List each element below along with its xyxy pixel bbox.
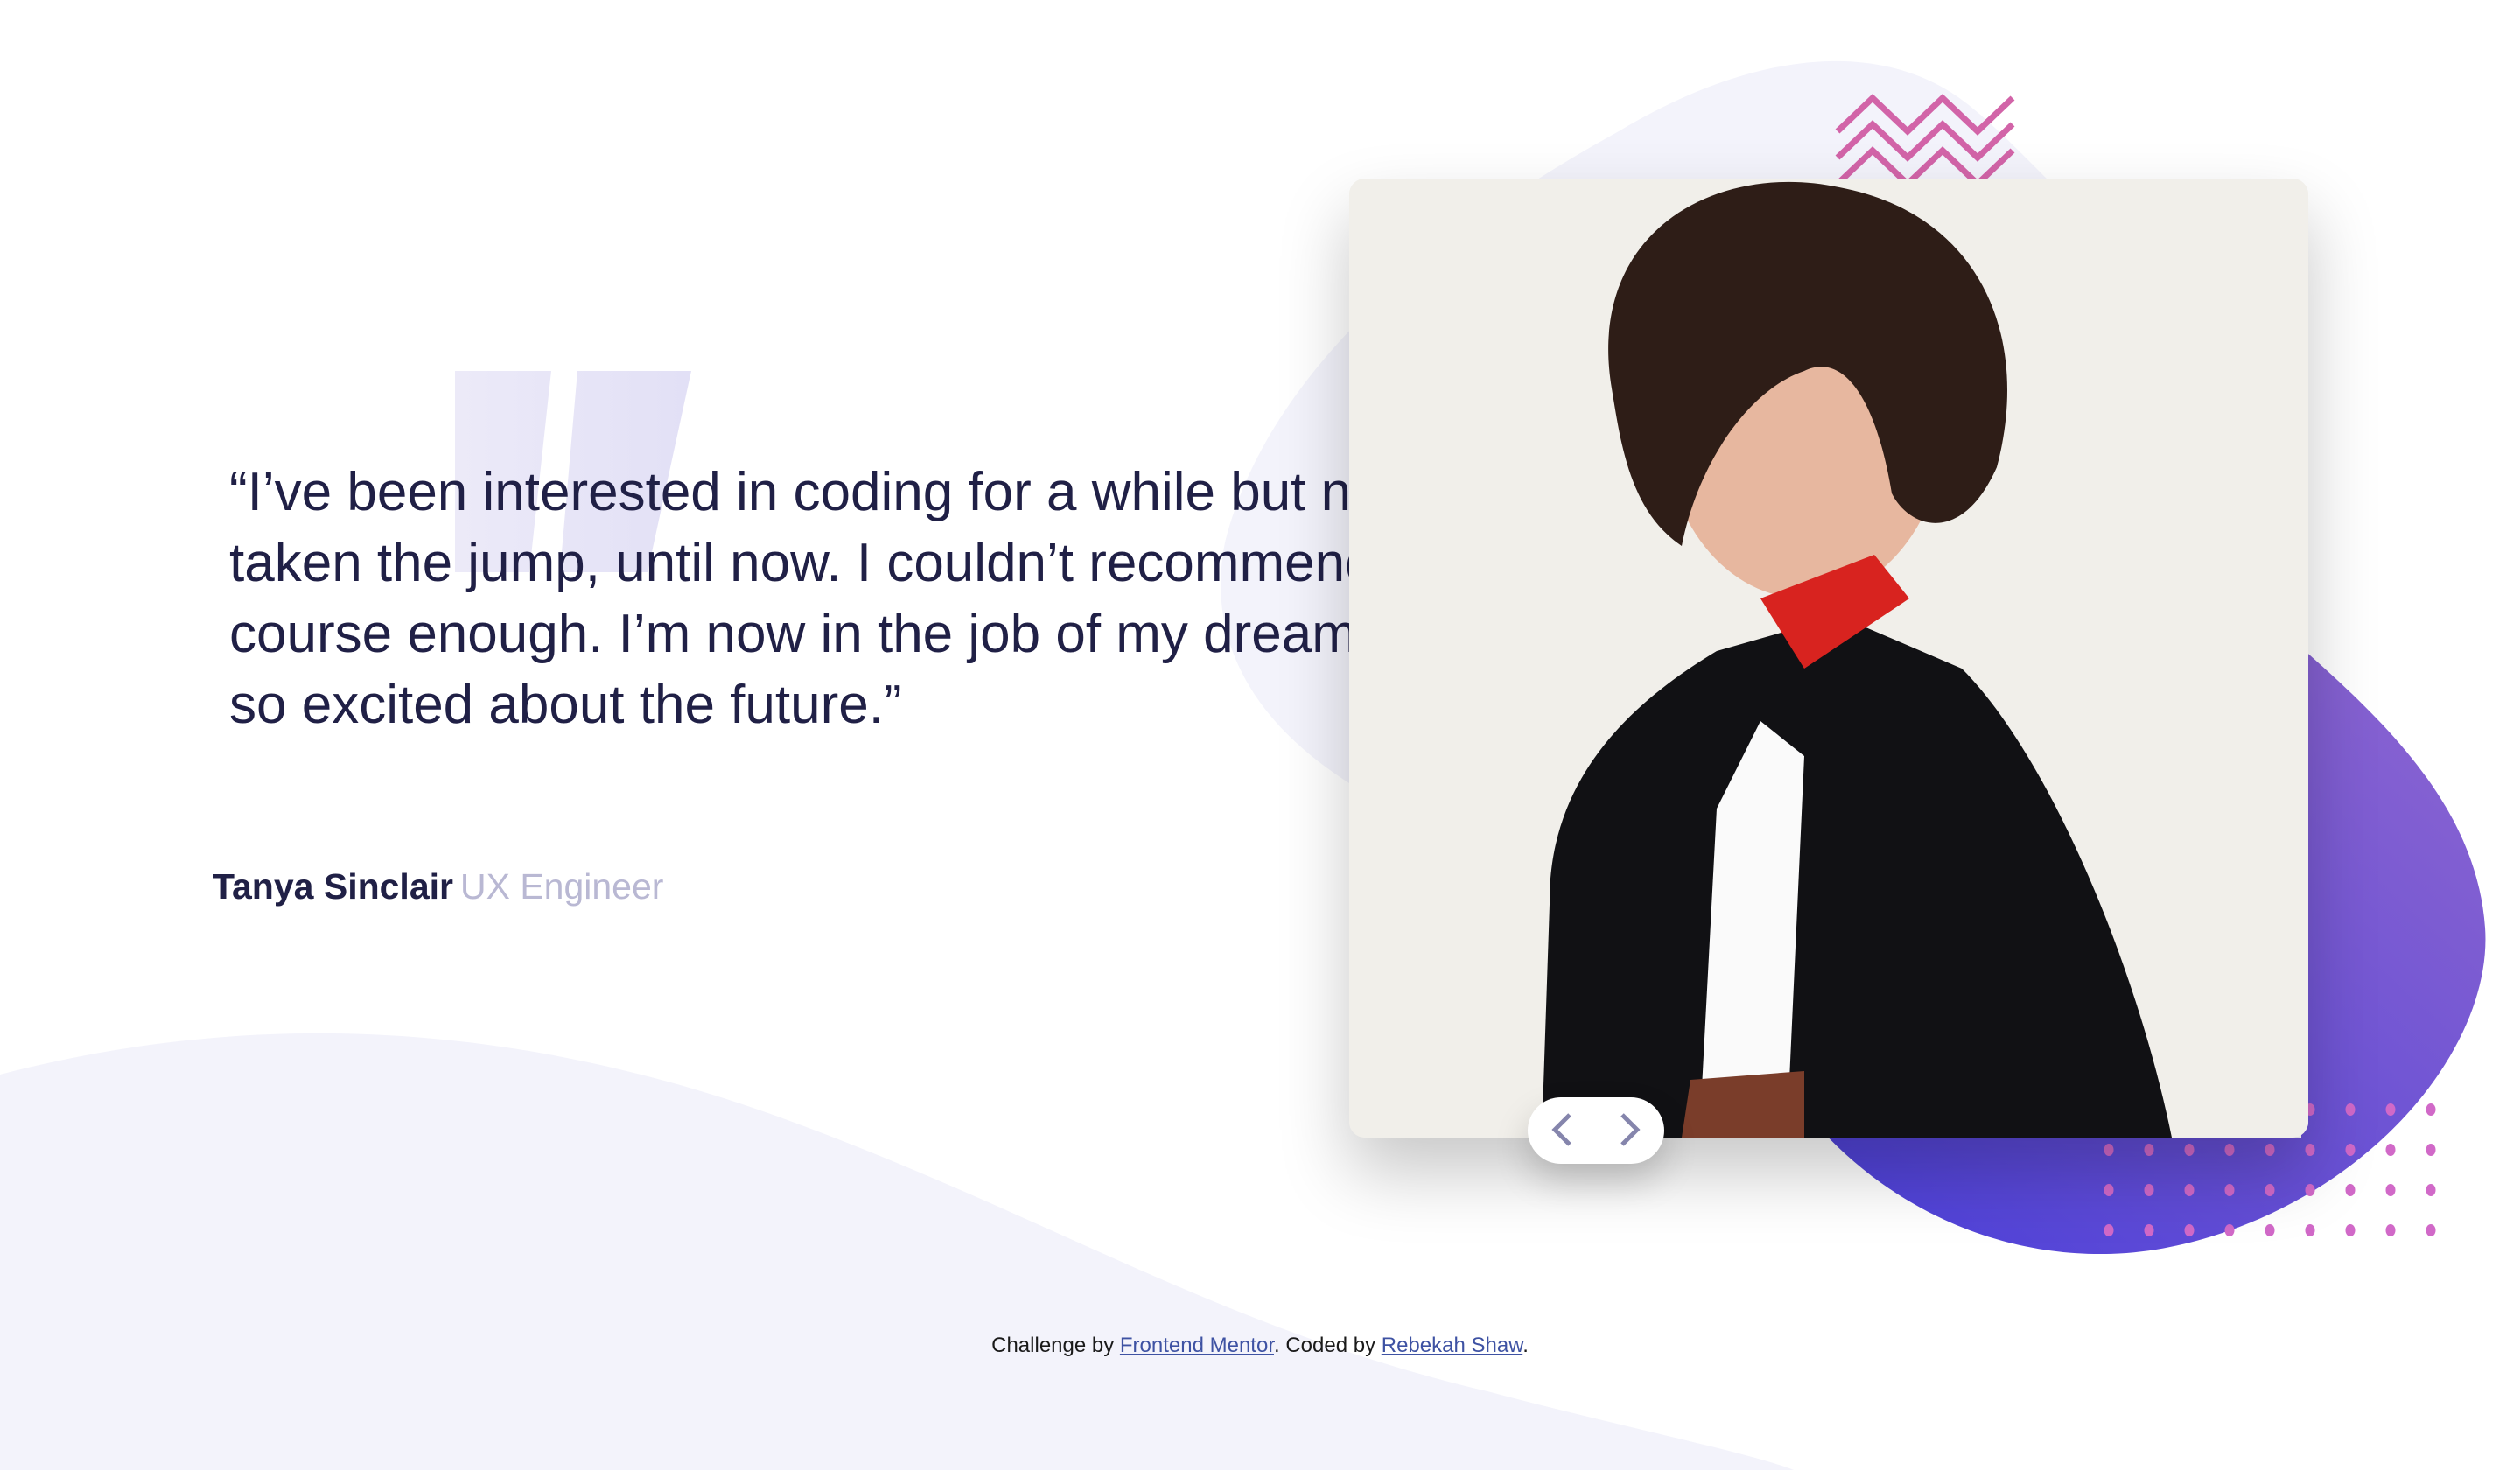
- dot: [2224, 1224, 2235, 1236]
- chevron-right-icon: [1620, 1112, 1641, 1146]
- dot: [2144, 1144, 2154, 1156]
- dot: [2184, 1184, 2194, 1196]
- testimonial-photo: [1349, 178, 2308, 1138]
- dot: [2144, 1224, 2154, 1236]
- dot: [2426, 1184, 2436, 1196]
- dot: [2264, 1144, 2275, 1156]
- dot: [2305, 1144, 2315, 1156]
- dot: [2426, 1103, 2436, 1116]
- dot: [2305, 1184, 2315, 1196]
- dot: [2426, 1144, 2436, 1156]
- slider-controls: [1528, 1097, 1664, 1164]
- dot: [2104, 1184, 2114, 1196]
- dot: [2224, 1144, 2235, 1156]
- attribution: Challenge by Frontend Mentor. Coded by R…: [0, 1334, 2520, 1358]
- dot: [2184, 1224, 2194, 1236]
- testimonial-quote: “I’ve been interested in coding for a wh…: [229, 462, 1490, 735]
- frontend-mentor-link[interactable]: Frontend Mentor: [1120, 1334, 1274, 1357]
- dot: [2104, 1224, 2114, 1236]
- dot: [2264, 1224, 2275, 1236]
- dot: [2426, 1224, 2436, 1236]
- dot: [2184, 1144, 2194, 1156]
- dot: [2345, 1144, 2356, 1156]
- dot: [2385, 1103, 2396, 1116]
- previous-button[interactable]: [1538, 1105, 1586, 1157]
- dot: [2345, 1224, 2356, 1236]
- dot: [2385, 1184, 2396, 1196]
- dot: [2385, 1224, 2396, 1236]
- dot: [2345, 1103, 2356, 1116]
- attribution-middle: . Coded by: [1274, 1334, 1382, 1357]
- attribution-suffix: .: [1522, 1334, 1529, 1357]
- dot: [2305, 1224, 2315, 1236]
- dot: [2144, 1184, 2154, 1196]
- author-name: Tanya Sinclair: [213, 866, 453, 906]
- testimonial-author: Tanya Sinclair UX Engineer: [213, 866, 663, 907]
- dot: [2224, 1184, 2235, 1196]
- dot: [2104, 1144, 2114, 1156]
- next-button[interactable]: [1606, 1105, 1654, 1157]
- chevron-left-icon: [1551, 1112, 1572, 1146]
- dot: [2385, 1144, 2396, 1156]
- attribution-prefix: Challenge by: [991, 1334, 1120, 1357]
- dot: [2345, 1184, 2356, 1196]
- author-role: UX Engineer: [459, 866, 664, 906]
- author-link[interactable]: Rebekah Shaw: [1382, 1334, 1522, 1357]
- portrait-image: [1349, 178, 2308, 1138]
- dot: [2264, 1184, 2275, 1196]
